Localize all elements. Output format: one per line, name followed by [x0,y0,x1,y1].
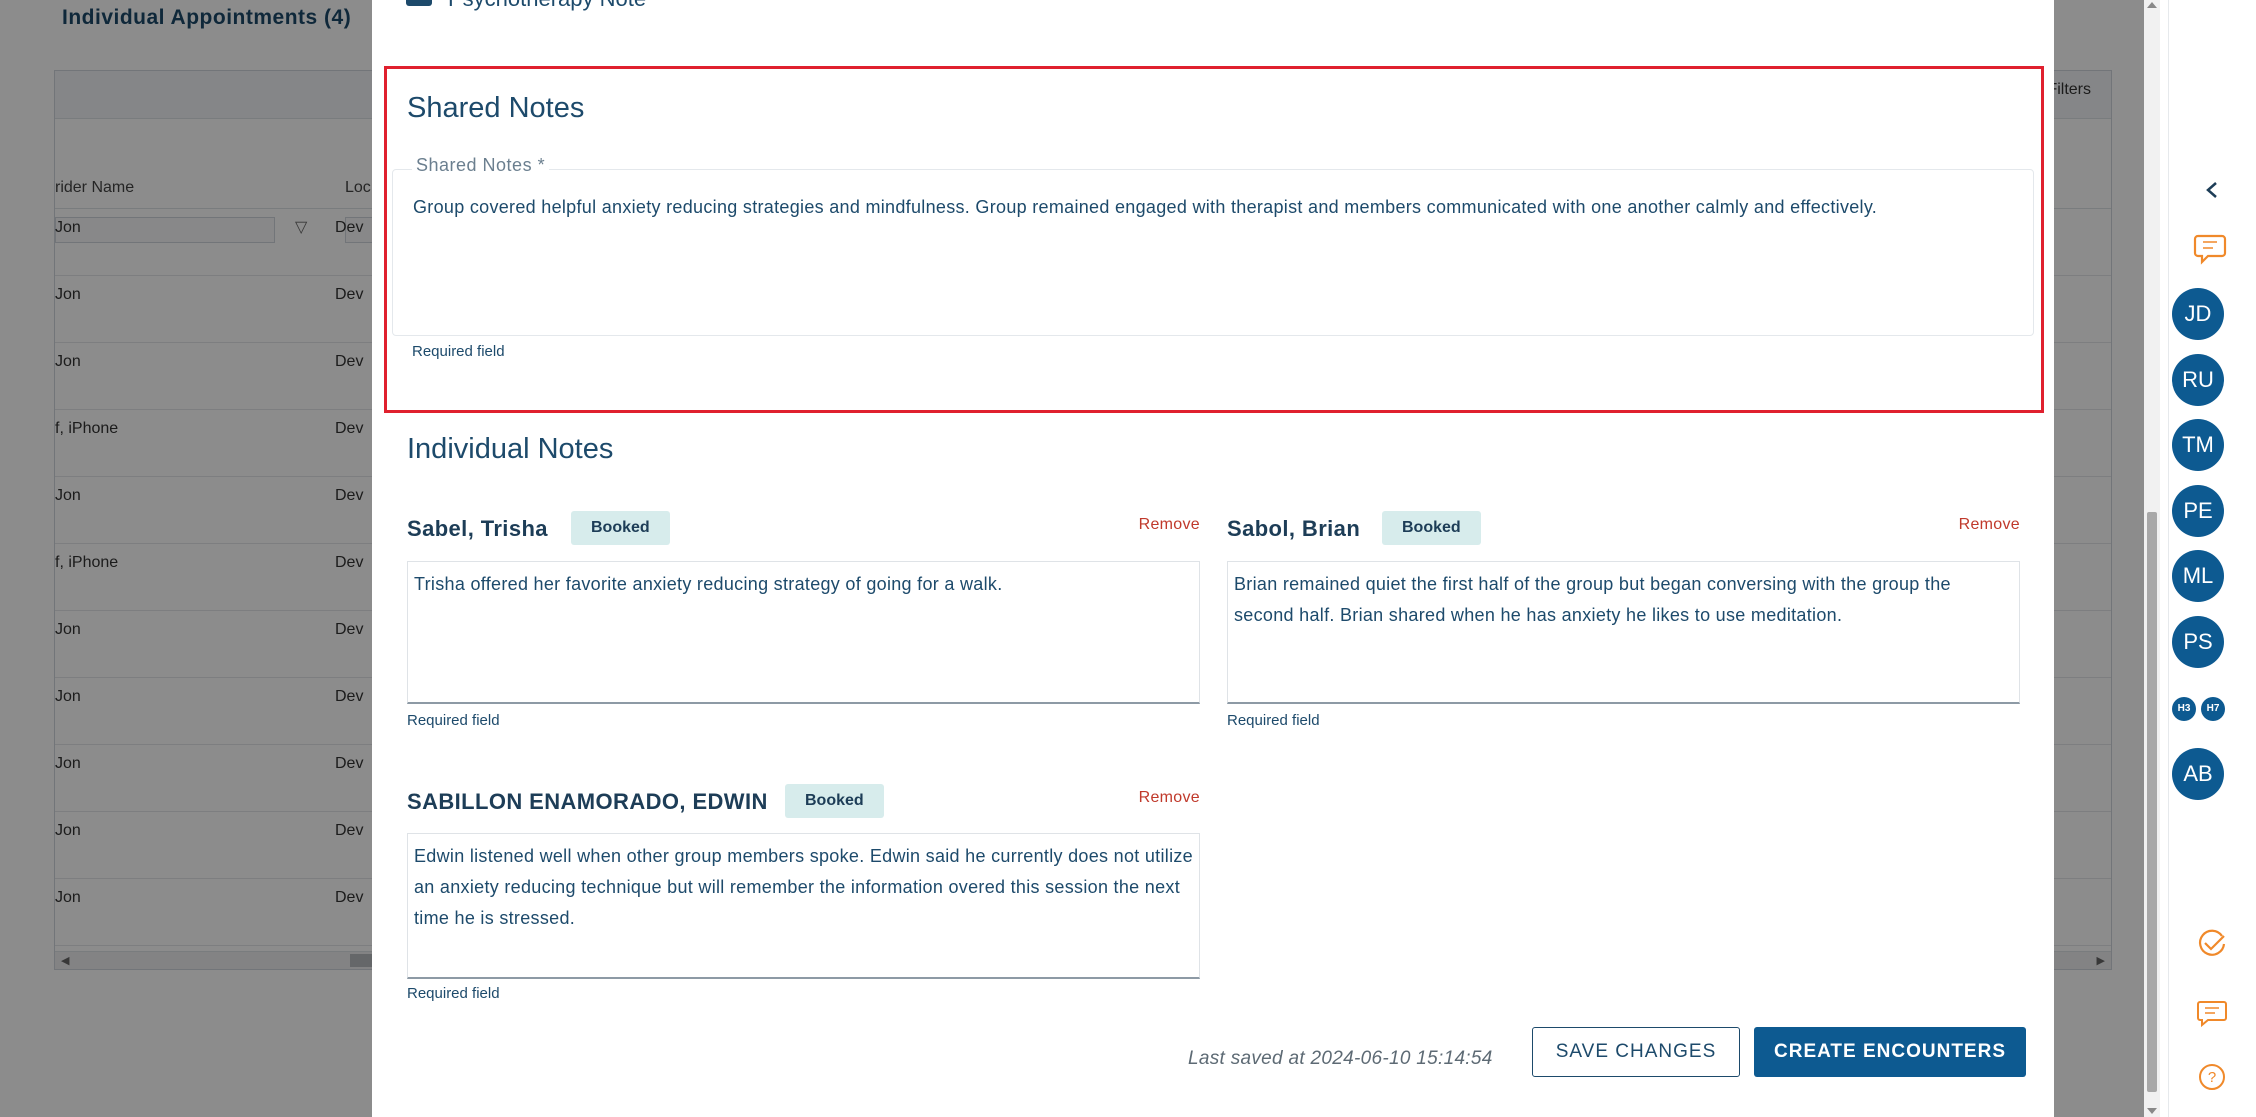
remove-link[interactable]: Remove [1139,516,1200,534]
psychotherapy-note-label: Psychotherapy Note [448,0,646,12]
mini-avatar[interactable]: H7 [2201,697,2225,721]
individual-note-textarea[interactable]: Brian remained quiet the first half of t… [1227,561,2020,704]
status-badge: Booked [785,784,884,818]
mini-avatar[interactable]: H3 [2172,697,2196,721]
status-badge: Booked [571,511,670,545]
modal-scrollbar[interactable] [2144,0,2160,1117]
message-icon[interactable] [2168,998,2256,1033]
check-circle-icon[interactable] [2168,928,2256,965]
psychotherapy-note-checkbox[interactable] [406,0,432,6]
patient-name: Sabol, Brian [1227,516,1361,541]
individual-notes-title: Individual Notes [407,433,614,465]
avatar[interactable]: PS [2172,616,2224,668]
avatar[interactable]: JD [2172,288,2224,340]
shared-notes-title: Shared Notes [407,92,585,124]
chat-bubbles-icon[interactable] [2168,230,2256,271]
individual-note-card: Sabel, Trisha Booked Remove Trisha offer… [407,511,1200,731]
shared-notes-field-label: Shared Notes * [412,155,550,176]
remove-link[interactable]: Remove [1959,516,2020,534]
last-saved-timestamp: Last saved at 2024-06-10 15:14:54 [1188,1048,1493,1069]
group-notes-modal: Psychotherapy Note Shared Notes Group co… [372,0,2054,1117]
individual-note-textarea[interactable]: Trisha offered her favorite anxiety redu… [407,561,1200,704]
required-hint: Required field [407,712,500,729]
shared-notes-textarea[interactable]: Group covered helpful anxiety reducing s… [392,169,2034,336]
scrollbar-thumb[interactable] [2147,512,2157,1092]
patient-name: SABILLON ENAMORADO, EDWIN [407,789,768,814]
remove-link[interactable]: Remove [1139,789,1200,807]
required-marker: * [537,155,546,175]
scroll-up-icon[interactable] [2147,2,2157,8]
status-badge: Booked [1382,511,1481,545]
avatar[interactable]: PE [2172,485,2224,537]
avatar[interactable]: RU [2172,354,2224,406]
create-encounters-button[interactable]: CREATE ENCOUNTERS [1754,1027,2026,1077]
shared-notes-field-label-text: Shared Notes [416,155,533,175]
individual-note-textarea[interactable]: Edwin listened well when other group mem… [407,833,1200,979]
required-hint: Required field [407,985,500,1002]
patient-name: Sabel, Trisha [407,516,548,541]
individual-note-card: Sabol, Brian Booked Remove Brian remaine… [1227,511,2020,731]
avatar[interactable]: AB [2172,748,2224,800]
avatar[interactable]: TM [2172,419,2224,471]
required-hint: Required field [1227,712,1320,729]
help-icon[interactable]: ? [2168,1062,2256,1097]
svg-text:?: ? [2208,1069,2216,1086]
avatar[interactable]: ML [2172,550,2224,602]
chevron-left-icon[interactable] [2168,176,2256,209]
shared-notes-required-hint: Required field [412,343,505,360]
scroll-down-icon[interactable] [2147,1108,2157,1114]
individual-note-card: SABILLON ENAMORADO, EDWIN Booked Remove … [407,784,1200,1009]
save-changes-button[interactable]: SAVE CHANGES [1532,1027,1740,1077]
